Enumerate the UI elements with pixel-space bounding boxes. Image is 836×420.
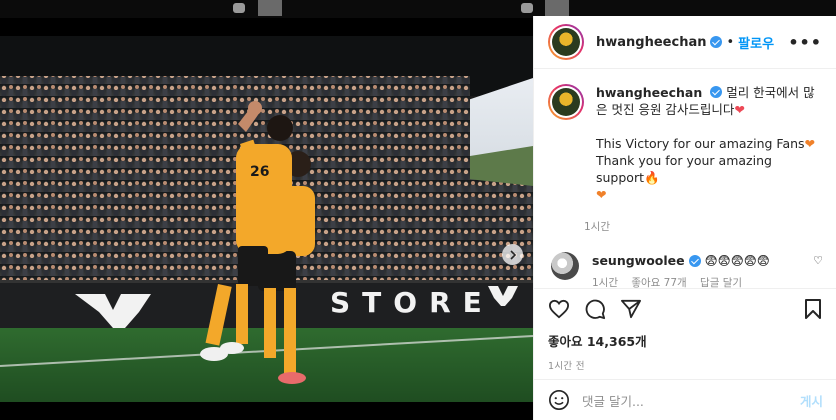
thumbnail-icon [233,3,245,13]
caption-text-line2: This Victory for our amazing Fans [596,136,805,151]
verified-badge-icon [710,86,723,98]
post-photo[interactable]: STORE 26 [0,36,533,402]
bookmark-icon[interactable] [803,298,823,320]
add-comment-bar: 댓글 달기... 게시 [534,379,836,420]
thumbnail[interactable] [545,0,569,16]
post-header: hwangheechan • 팔로우 ••• [534,16,836,69]
follow-button[interactable]: 팔로우 [738,33,774,52]
post-actions: 좋아요 14,365개 1시간 전 [534,288,836,372]
stadium-photo: STORE 26 [0,36,533,402]
verified-badge-icon [688,254,701,267]
caption-time: 1시간 [584,221,611,233]
banner-text: STORE [330,286,494,319]
thumbnail-icon [521,3,533,13]
avatar[interactable] [551,252,579,280]
post-comment-button[interactable]: 게시 [800,391,823,410]
heart-icon[interactable] [548,299,570,319]
post-time: 1시간 전 [548,361,585,372]
heart-emoji-icon: ❤ [734,102,745,117]
comment-input[interactable]: 댓글 달기... [582,391,644,410]
instagram-post-modal: STORE 26 hwangheechan • 팔로우 ••• hwanghee… [0,0,836,420]
reply-button[interactable]: 답글 달기 [700,277,742,288]
post-side-panel: hwangheechan • 팔로우 ••• hwangheechan 멀리 한… [533,16,836,420]
comment-likes[interactable]: 좋아요 77개 [631,277,686,288]
comment-username[interactable]: seungwoolee [592,252,685,269]
fire-emoji-icon: 🔥 [644,170,660,185]
emoji-icon[interactable] [548,389,570,411]
verified-badge-icon [710,36,723,48]
likes-count[interactable]: 좋아요 14,365개 [548,331,823,350]
thumbnail[interactable] [258,0,282,16]
caption: hwangheechan 멀리 한국에서 많은 멋진 응원 감사드립니다❤ Th… [534,70,836,234]
chevron-right-icon [509,249,516,260]
like-comment-heart-icon[interactable]: ♡ [813,252,823,269]
comment-text: 😨😨😨😨😨 [704,253,770,268]
comments-list[interactable]: hwangheechan 멀리 한국에서 많은 멋진 응원 감사드립니다❤ Th… [534,70,836,288]
comment-time: 1시간 [592,277,619,288]
comment-icon[interactable] [584,298,606,320]
caption-text-line3: Thank you for your amazing support [596,153,772,185]
shirt-number: 26 [250,164,269,180]
orange-heart-emoji-icon: ❤ [596,187,607,202]
separator-dot: • [726,34,735,50]
header-username[interactable]: hwangheechan [596,35,706,50]
comment-item: seungwoolee 😨😨😨😨😨 ♡ 1시간 좋아요 77개 답글 달기 [534,234,836,288]
avatar[interactable] [548,24,584,60]
share-icon[interactable] [620,299,642,319]
next-photo-button[interactable] [502,244,523,265]
more-options-button[interactable]: ••• [788,33,822,52]
orange-heart-emoji-icon: ❤ [804,136,816,151]
avatar[interactable] [548,84,584,120]
caption-username[interactable]: hwangheechan [596,85,702,100]
